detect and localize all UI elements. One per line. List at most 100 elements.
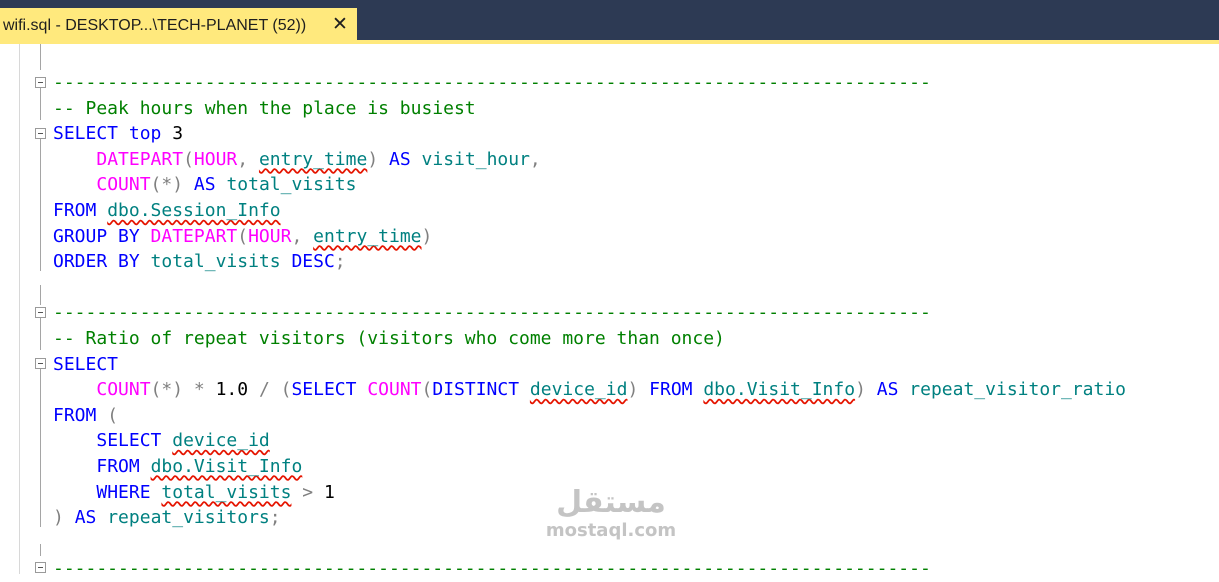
code-token: 1 [313,481,335,503]
code-token: DATEPART [150,225,238,247]
collapse-region-icon[interactable] [35,128,46,139]
watermark-logo: مستقل [556,485,666,520]
code-token: ( [107,404,119,426]
code-token-error: entry_time [313,225,422,247]
code-token: ( [421,379,433,401]
collapse-region-icon[interactable] [35,77,46,88]
code-line[interactable] [53,275,1126,301]
code-token: COUNT [367,379,422,401]
code-token: , [529,148,541,170]
code-token: ----------------------------------------… [53,558,931,580]
code-token: ----------------------------------------… [53,72,931,93]
code-token: SELECT [96,430,162,452]
code-line[interactable]: FROM dbo.Visit_Info [53,454,1126,480]
code-token: repeat_visitor_ratio [909,379,1127,401]
code-token: repeat_visitors [107,507,270,529]
code-token: 3 [161,123,184,145]
code-line[interactable]: ----------------------------------------… [53,300,1126,326]
code-token: visit_hour [421,148,530,170]
fold-guide-line [40,369,41,527]
code-token: FROM [53,199,97,221]
collapse-region-icon[interactable] [35,358,46,369]
code-line[interactable]: ----------------------------------------… [53,70,1126,96]
code-token: (*) [150,174,184,196]
code-token-error: device_id [172,430,270,452]
code-token-error: dbo.Session_Info [107,199,281,221]
code-token: ( [237,225,249,247]
code-line[interactable]: DATEPART(HOUR, entry_time) AS visit_hour… [53,147,1126,173]
code-token-error: entry_time [258,148,368,170]
code-token: DESC [291,251,335,273]
code-token: AS [193,174,216,196]
code-line[interactable]: SELECT device_id [53,428,1126,454]
code-token: COUNT [96,379,151,401]
fold-guide-line [40,318,41,350]
code-token-error: dbo.Visit_Info [703,379,856,401]
code-token: ; [269,507,281,529]
code-token: DATEPART [96,148,184,170]
tab-title: wifi.sql - DESKTOP...\TECH-PLANET (52)) [3,17,307,34]
code-line[interactable]: FROM dbo.Session_Info [53,198,1126,224]
code-token: AS [74,507,97,529]
fold-guide-line [40,285,41,305]
collapse-region-icon[interactable] [35,307,46,318]
document-tab[interactable]: wifi.sql - DESKTOP...\TECH-PLANET (52)) … [0,8,357,44]
code-token: 1.0 [204,379,259,401]
fold-guide-line [40,44,41,70]
code-line[interactable]: -- Peak hours when the place is busiest [53,96,1126,122]
code-token: WHERE [96,481,151,503]
code-token-error: device_id [529,379,628,401]
code-line[interactable]: ORDER BY total_visits DESC; [53,249,1126,275]
code-token: (*) [150,379,184,401]
code-line[interactable]: FROM ( [53,403,1126,429]
code-token: total_visits [226,174,357,196]
code-line[interactable]: GROUP BY DATEPART(HOUR, entry_time) [53,224,1126,250]
code-line[interactable]: SELECT [53,352,1126,378]
code-token: ) [367,148,379,170]
fold-guide-line [40,88,41,120]
code-token: FROM [53,404,97,426]
code-token: / ( [258,379,292,401]
close-icon[interactable]: ✕ [330,14,350,36]
fold-guide-line [40,544,41,556]
code-line[interactable]: -- Ratio of repeat visitors (visitors wh… [53,326,1126,352]
code-token: FROM [96,455,140,477]
collapse-region-icon[interactable] [35,562,46,573]
code-token: GROUP BY [53,225,140,247]
code-token: ( [183,148,194,170]
code-token: SELECT [53,353,119,375]
code-token: , [237,148,259,170]
code-line[interactable]: SELECT top 3 [53,121,1126,147]
watermark: مستقل mostaql.com [536,486,686,542]
code-line[interactable]: ----------------------------------------… [53,556,1126,582]
code-token: AS [876,379,899,401]
code-token: SELECT [291,379,357,401]
code-line[interactable]: COUNT(*) AS total_visits [53,172,1126,198]
code-token: ) [627,379,639,401]
code-token: ) [421,225,433,247]
code-token-error: dbo.Visit_Info [150,455,303,477]
code-line[interactable]: COUNT(*) * 1.0 / (SELECT COUNT(DISTINCT … [53,377,1126,403]
